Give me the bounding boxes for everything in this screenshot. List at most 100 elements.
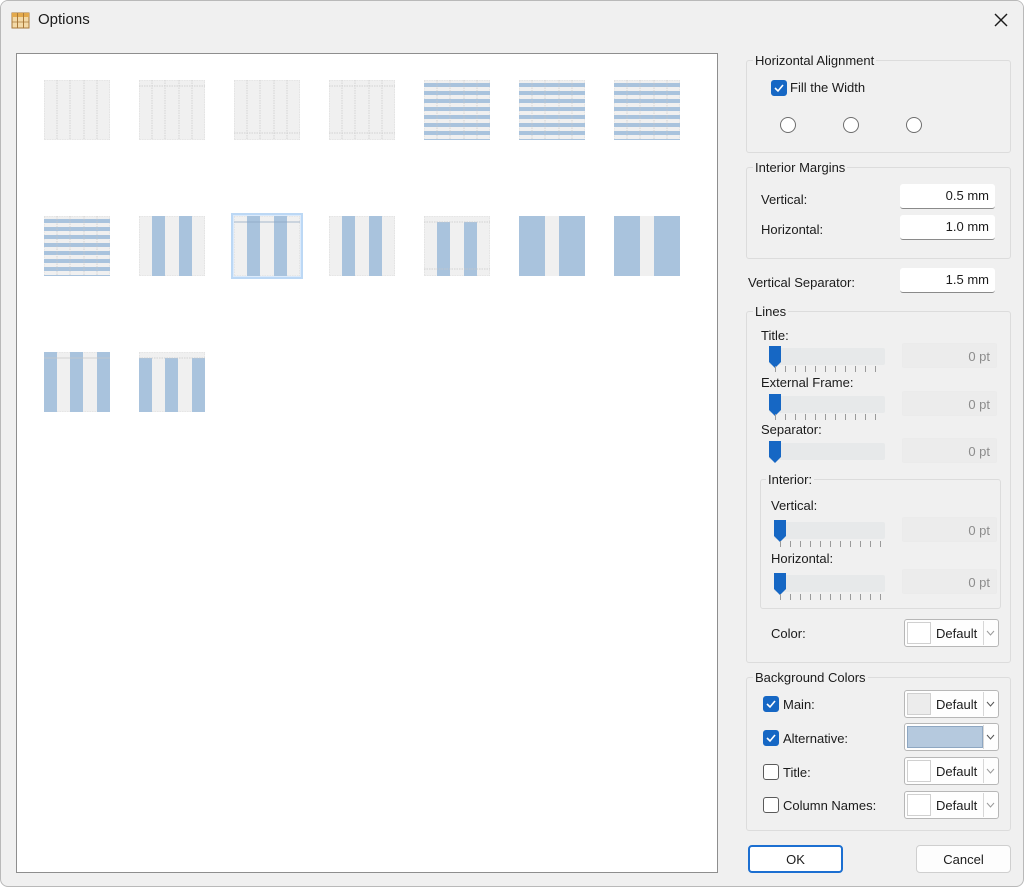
table-style-option[interactable] <box>43 79 111 141</box>
horizontal-alignment-label: Horizontal Alignment <box>753 53 877 68</box>
vertical-separator-label: Vertical Separator: <box>748 275 855 290</box>
interior-horizontal-slider[interactable] <box>774 575 885 592</box>
checkmark-icon <box>774 84 784 93</box>
title-line-slider-thumb[interactable] <box>769 346 781 368</box>
bg-title-dropdown[interactable]: Default <box>904 757 999 785</box>
table-style-option[interactable] <box>328 79 396 141</box>
vertical-separator-input[interactable]: 1.5 mm <box>900 268 995 293</box>
bg-column-names-checkbox[interactable] <box>763 797 779 813</box>
title-line-ticks <box>775 366 883 372</box>
bg-main-swatch <box>907 693 931 715</box>
table-style-thumbnail <box>329 80 395 140</box>
interior-horizontal-value: 0 pt <box>902 569 997 594</box>
table-style-option[interactable] <box>423 215 491 277</box>
table-style-thumbnail <box>234 80 300 140</box>
bg-column-names-swatch <box>907 794 931 816</box>
interior-vertical-slider-thumb[interactable] <box>774 520 786 542</box>
separator-line-slider[interactable] <box>769 443 885 460</box>
bg-main-dropdown[interactable]: Default <box>904 690 999 718</box>
bg-main-label: Main: <box>783 697 815 712</box>
title-line-slider[interactable] <box>769 348 885 365</box>
external-frame-slider[interactable] <box>769 396 885 413</box>
interior-horizontal-ticks <box>780 594 883 600</box>
table-style-thumbnail <box>424 80 490 140</box>
bg-column-names-label: Column Names: <box>783 798 877 813</box>
table-style-option[interactable] <box>43 215 111 277</box>
window-title: Options <box>38 11 90 28</box>
table-style-option[interactable] <box>518 215 586 277</box>
table-style-option[interactable] <box>233 79 301 141</box>
table-style-thumbnail <box>614 80 680 140</box>
external-frame-slider-thumb[interactable] <box>769 394 781 416</box>
close-button[interactable] <box>983 5 1019 35</box>
lines-label: Lines <box>753 304 789 319</box>
table-style-thumbnail <box>614 216 680 276</box>
table-style-option[interactable] <box>328 215 396 277</box>
interior-lines-label: Interior: <box>766 472 815 487</box>
interior-vertical-value: 0 pt <box>902 517 997 542</box>
align-left-radio[interactable] <box>780 117 796 133</box>
table-style-thumbnail <box>139 216 205 276</box>
cancel-button[interactable]: Cancel <box>916 845 1011 873</box>
table-style-thumbnail <box>329 216 395 276</box>
external-frame-ticks <box>775 414 883 420</box>
external-frame-label: External Frame: <box>761 375 854 390</box>
table-style-option[interactable] <box>138 215 206 277</box>
align-right-radio[interactable] <box>906 117 922 133</box>
bg-column-names-value: Default <box>936 798 978 813</box>
separator-line-slider-thumb[interactable] <box>769 441 781 463</box>
interior-vertical-ticks <box>780 541 883 547</box>
separator-line-label: Separator: <box>761 422 822 437</box>
table-style-option[interactable] <box>231 213 303 279</box>
options-dialog: Options Horizontal Alignment Fill the Wi… <box>0 0 1024 887</box>
bg-alternative-label: Alternative: <box>783 731 849 746</box>
interior-vertical-slider[interactable] <box>774 522 885 539</box>
bg-alternative-dropdown[interactable] <box>904 723 999 751</box>
fill-width-label: Fill the Width <box>790 80 866 95</box>
bg-column-names-dropdown[interactable]: Default <box>904 791 999 819</box>
app-table-icon <box>11 12 30 29</box>
bg-alternative-checkbox[interactable] <box>763 730 779 746</box>
line-color-swatch <box>907 622 931 644</box>
fill-width-checkbox[interactable] <box>771 80 787 96</box>
table-style-thumbnail <box>519 216 585 276</box>
interior-margins-group <box>746 167 1011 259</box>
table-style-option[interactable] <box>518 79 586 141</box>
interior-vertical-label: Vertical: <box>771 498 818 513</box>
ok-button[interactable]: OK <box>748 845 843 873</box>
background-colors-label: Background Colors <box>753 670 868 685</box>
table-style-option[interactable] <box>43 351 111 413</box>
margin-horizontal-input[interactable]: 1.0 mm <box>900 215 995 240</box>
separator-line-value: 0 pt <box>902 438 997 463</box>
chevron-down-icon <box>983 759 997 783</box>
bg-main-checkbox[interactable] <box>763 696 779 712</box>
interior-horizontal-slider-thumb[interactable] <box>774 573 786 595</box>
bg-alternative-swatch <box>907 726 983 748</box>
table-style-option[interactable] <box>613 215 681 277</box>
table-style-thumbnail <box>44 216 110 276</box>
margin-vertical-label: Vertical: <box>761 192 808 207</box>
close-icon <box>994 13 1008 27</box>
align-center-radio[interactable] <box>843 117 859 133</box>
line-color-value: Default <box>936 626 978 641</box>
chevron-down-icon <box>983 793 997 817</box>
title-line-label: Title: <box>761 328 789 343</box>
margin-vertical-input[interactable]: 0.5 mm <box>900 184 995 209</box>
line-color-dropdown[interactable]: Default <box>904 619 999 647</box>
table-style-thumbnail <box>234 216 300 276</box>
table-style-option[interactable] <box>613 79 681 141</box>
chevron-down-icon <box>983 692 997 716</box>
interior-margins-label: Interior Margins <box>753 160 848 175</box>
horizontal-alignment-group <box>746 60 1011 153</box>
margin-horizontal-label: Horizontal: <box>761 222 824 237</box>
table-style-option[interactable] <box>423 79 491 141</box>
table-style-thumbnail <box>139 80 205 140</box>
bg-title-checkbox[interactable] <box>763 764 779 780</box>
checkmark-icon <box>766 734 776 743</box>
interior-horizontal-label: Horizontal: <box>771 551 834 566</box>
bg-title-value: Default <box>936 764 978 779</box>
bg-main-value: Default <box>936 697 978 712</box>
table-style-option[interactable] <box>138 79 206 141</box>
title-line-value: 0 pt <box>902 343 997 368</box>
table-style-option[interactable] <box>138 351 206 413</box>
